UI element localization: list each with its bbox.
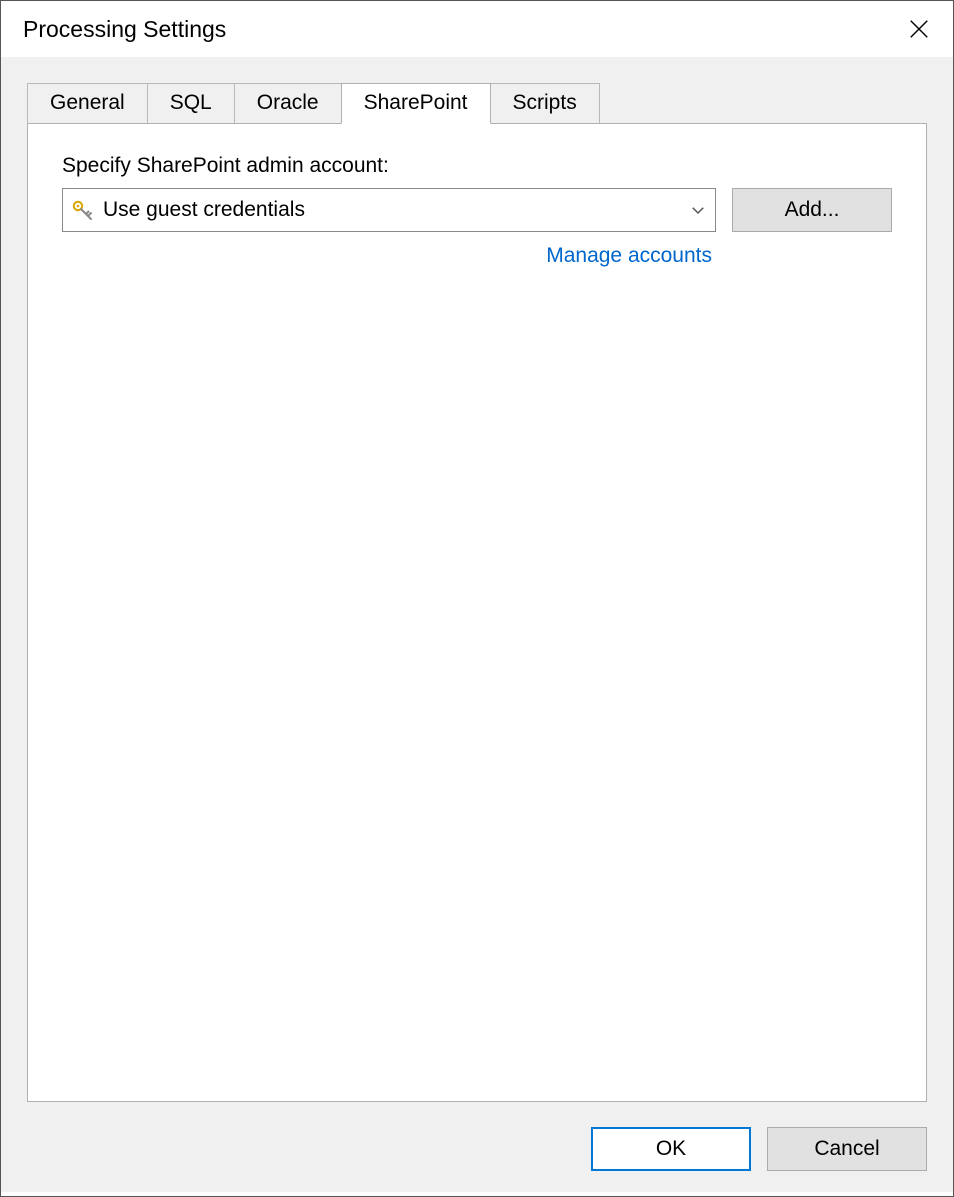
cancel-button[interactable]: Cancel <box>767 1127 927 1171</box>
close-button[interactable] <box>903 13 935 45</box>
account-dropdown[interactable]: Use guest credentials <box>62 188 716 232</box>
tab-sql[interactable]: SQL <box>147 83 235 123</box>
add-account-button[interactable]: Add... <box>732 188 892 232</box>
key-icon <box>71 198 95 222</box>
tab-panel-sharepoint: Specify SharePoint admin account: Use gu… <box>27 123 927 1102</box>
manage-accounts-link[interactable]: Manage accounts <box>546 244 712 267</box>
manage-accounts-row: Manage accounts <box>62 244 892 268</box>
titlebar: Processing Settings <box>1 1 953 57</box>
ok-button[interactable]: OK <box>591 1127 751 1171</box>
account-field-label: Specify SharePoint admin account: <box>62 154 892 178</box>
dialog-title: Processing Settings <box>23 16 226 43</box>
chevron-down-icon <box>689 201 707 219</box>
tab-oracle[interactable]: Oracle <box>234 83 342 123</box>
tab-scripts[interactable]: Scripts <box>490 83 600 123</box>
account-row: Use guest credentials Add... <box>62 188 892 232</box>
dialog-body: General SQL Oracle SharePoint Scripts Sp… <box>1 57 953 1106</box>
close-icon <box>908 18 930 40</box>
account-dropdown-value: Use guest credentials <box>103 198 689 222</box>
dialog-footer: OK Cancel <box>1 1106 953 1192</box>
tab-general[interactable]: General <box>27 83 148 123</box>
tab-sharepoint[interactable]: SharePoint <box>341 83 491 124</box>
tabstrip: General SQL Oracle SharePoint Scripts <box>27 83 927 123</box>
